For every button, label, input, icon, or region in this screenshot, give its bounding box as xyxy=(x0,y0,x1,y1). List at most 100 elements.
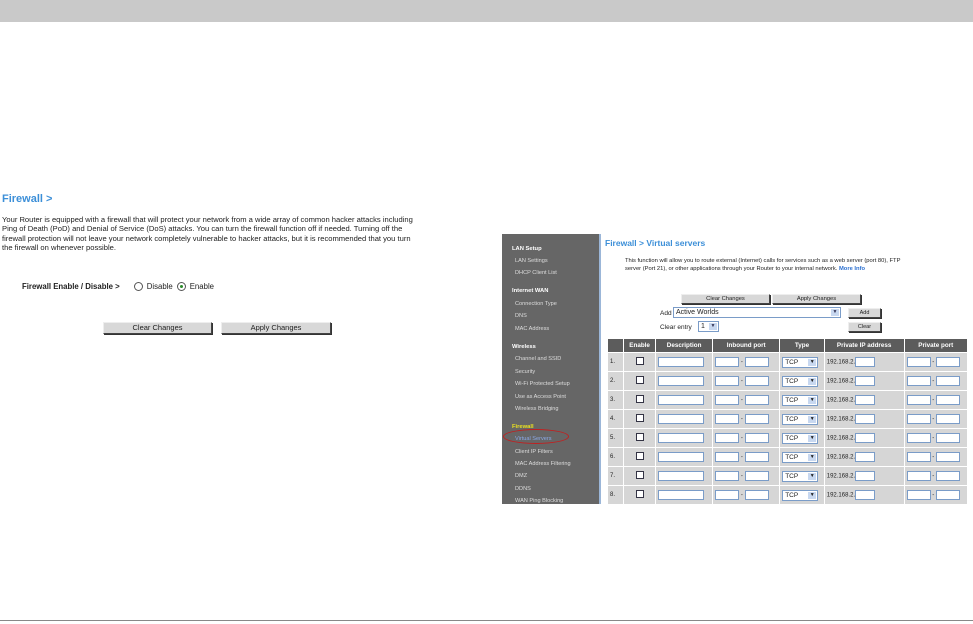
inbound-port-end-input[interactable] xyxy=(744,414,769,424)
private-port-start-input[interactable] xyxy=(906,376,931,386)
private-port-start-input[interactable] xyxy=(906,452,931,462)
description-input[interactable] xyxy=(658,452,704,462)
disable-label: Disable xyxy=(146,282,173,291)
private-ip-input[interactable] xyxy=(855,376,876,386)
sidebar-item[interactable]: Channel and SSID xyxy=(515,356,561,362)
description-input[interactable] xyxy=(658,490,704,500)
private-ip-input[interactable] xyxy=(855,414,876,424)
inbound-port-start-input[interactable] xyxy=(715,395,740,405)
sidebar-item[interactable]: MAC Address Filtering xyxy=(515,461,571,467)
private-ip-input[interactable] xyxy=(855,433,876,443)
sidebar-item[interactable]: Use as Access Point xyxy=(515,394,566,400)
enable-label: Enable xyxy=(189,282,215,291)
private-port-start-input[interactable] xyxy=(906,471,931,481)
type-select[interactable]: TCP ▼ xyxy=(782,451,819,463)
private-ip-cell: 192.168.2. xyxy=(823,371,905,391)
private-port-end-input[interactable] xyxy=(935,452,960,462)
type-select[interactable]: TCP ▼ xyxy=(782,413,819,425)
private-port-start-input[interactable] xyxy=(906,433,931,443)
apply-changes-button[interactable]: Apply Changes xyxy=(221,322,331,334)
inbound-port-start-input[interactable] xyxy=(715,414,740,424)
enable-checkbox[interactable] xyxy=(635,490,644,498)
description-input[interactable] xyxy=(658,395,704,405)
type-select[interactable]: TCP ▼ xyxy=(782,356,819,368)
description-input[interactable] xyxy=(658,471,704,481)
private-ip-input[interactable] xyxy=(855,452,876,462)
sidebar-item[interactable]: Security xyxy=(515,369,535,375)
private-port-start-input[interactable] xyxy=(906,414,931,424)
private-ip-input[interactable] xyxy=(855,395,876,405)
more-info-link[interactable]: More Info xyxy=(839,266,865,272)
sidebar-item[interactable]: WAN Ping Blocking xyxy=(515,498,563,504)
inbound-port-cell: - xyxy=(712,390,781,410)
type-select[interactable]: TCP ▼ xyxy=(782,375,819,387)
sidebar-item[interactable]: MAC Address xyxy=(515,326,549,332)
private-port-end-input[interactable] xyxy=(935,414,960,424)
sidebar-item[interactable]: DHCP Client List xyxy=(515,270,557,276)
inbound-port-start-input[interactable] xyxy=(715,452,740,462)
type-select[interactable]: TCP ▼ xyxy=(782,489,819,501)
inbound-port-end-input[interactable] xyxy=(744,471,769,481)
enable-checkbox[interactable] xyxy=(635,433,644,441)
vs-apply-changes-button[interactable]: Apply Changes xyxy=(772,294,861,304)
sidebar-item[interactable]: DNS xyxy=(515,313,527,319)
inbound-port-start-input[interactable] xyxy=(715,376,740,386)
sidebar-item[interactable]: Client IP Filters xyxy=(515,449,553,455)
sidebar-item[interactable]: LAN Settings xyxy=(515,258,548,264)
inbound-port-end-input[interactable] xyxy=(744,395,769,405)
table-row: 4. - TCP ▼ 192.168.2. - xyxy=(606,409,969,429)
vs-clear-changes-button[interactable]: Clear Changes xyxy=(681,294,770,304)
virtual-servers-table: Enable Description Inbound port Type Private… xyxy=(606,338,969,505)
enable-cell xyxy=(623,409,656,429)
clear-entry-select[interactable]: 1 ▼ xyxy=(698,321,719,332)
description-input[interactable] xyxy=(658,414,704,424)
sidebar-item[interactable]: Wi-Fi Protected Setup xyxy=(515,381,570,387)
inbound-port-end-input[interactable] xyxy=(744,376,769,386)
enable-checkbox[interactable] xyxy=(635,414,644,422)
enable-radio[interactable] xyxy=(176,282,186,291)
private-port-end-input[interactable] xyxy=(935,376,960,386)
sidebar-item[interactable]: Wireless Bridging xyxy=(515,406,559,412)
clear-button[interactable]: Clear xyxy=(848,322,881,332)
inbound-port-end-input[interactable] xyxy=(744,490,769,500)
enable-checkbox[interactable] xyxy=(635,395,644,403)
row-number: 5. xyxy=(606,428,625,448)
private-port-start-input[interactable] xyxy=(906,357,931,367)
private-port-start-input[interactable] xyxy=(906,490,931,500)
description-input[interactable] xyxy=(658,357,704,367)
type-select[interactable]: TCP ▼ xyxy=(782,432,819,444)
enable-checkbox[interactable] xyxy=(635,471,644,479)
sidebar-item[interactable]: Connection Type xyxy=(515,301,557,307)
inbound-port-start-input[interactable] xyxy=(715,357,740,367)
private-port-end-input[interactable] xyxy=(935,357,960,367)
enable-cell xyxy=(623,447,656,467)
inbound-port-end-input[interactable] xyxy=(744,357,769,367)
inbound-port-end-input[interactable] xyxy=(744,452,769,462)
add-button[interactable]: Add xyxy=(848,308,881,318)
private-ip-input[interactable] xyxy=(855,471,876,481)
sidebar-item[interactable]: DDNS xyxy=(515,486,531,492)
description-input[interactable] xyxy=(658,376,704,386)
add-service-select[interactable]: Active Worlds ▼ xyxy=(673,307,841,318)
enable-checkbox[interactable] xyxy=(635,357,644,365)
enable-checkbox[interactable] xyxy=(635,376,644,384)
sidebar-item[interactable]: DMZ xyxy=(515,473,527,479)
private-port-end-input[interactable] xyxy=(935,490,960,500)
enable-checkbox[interactable] xyxy=(635,452,644,460)
private-port-start-input[interactable] xyxy=(906,395,931,405)
inbound-port-start-input[interactable] xyxy=(715,471,740,481)
type-select[interactable]: TCP ▼ xyxy=(782,394,819,406)
type-value: TCP xyxy=(785,396,799,404)
inbound-port-end-input[interactable] xyxy=(744,433,769,443)
private-port-end-input[interactable] xyxy=(935,395,960,405)
private-port-end-input[interactable] xyxy=(935,433,960,443)
inbound-port-start-input[interactable] xyxy=(715,433,740,443)
description-input[interactable] xyxy=(658,433,704,443)
disable-radio[interactable] xyxy=(133,282,143,291)
inbound-port-start-input[interactable] xyxy=(715,490,740,500)
type-select[interactable]: TCP ▼ xyxy=(782,470,819,482)
private-port-end-input[interactable] xyxy=(935,471,960,481)
private-ip-input[interactable] xyxy=(855,490,876,500)
clear-changes-button[interactable]: Clear Changes xyxy=(103,322,212,334)
private-ip-input[interactable] xyxy=(855,357,876,367)
